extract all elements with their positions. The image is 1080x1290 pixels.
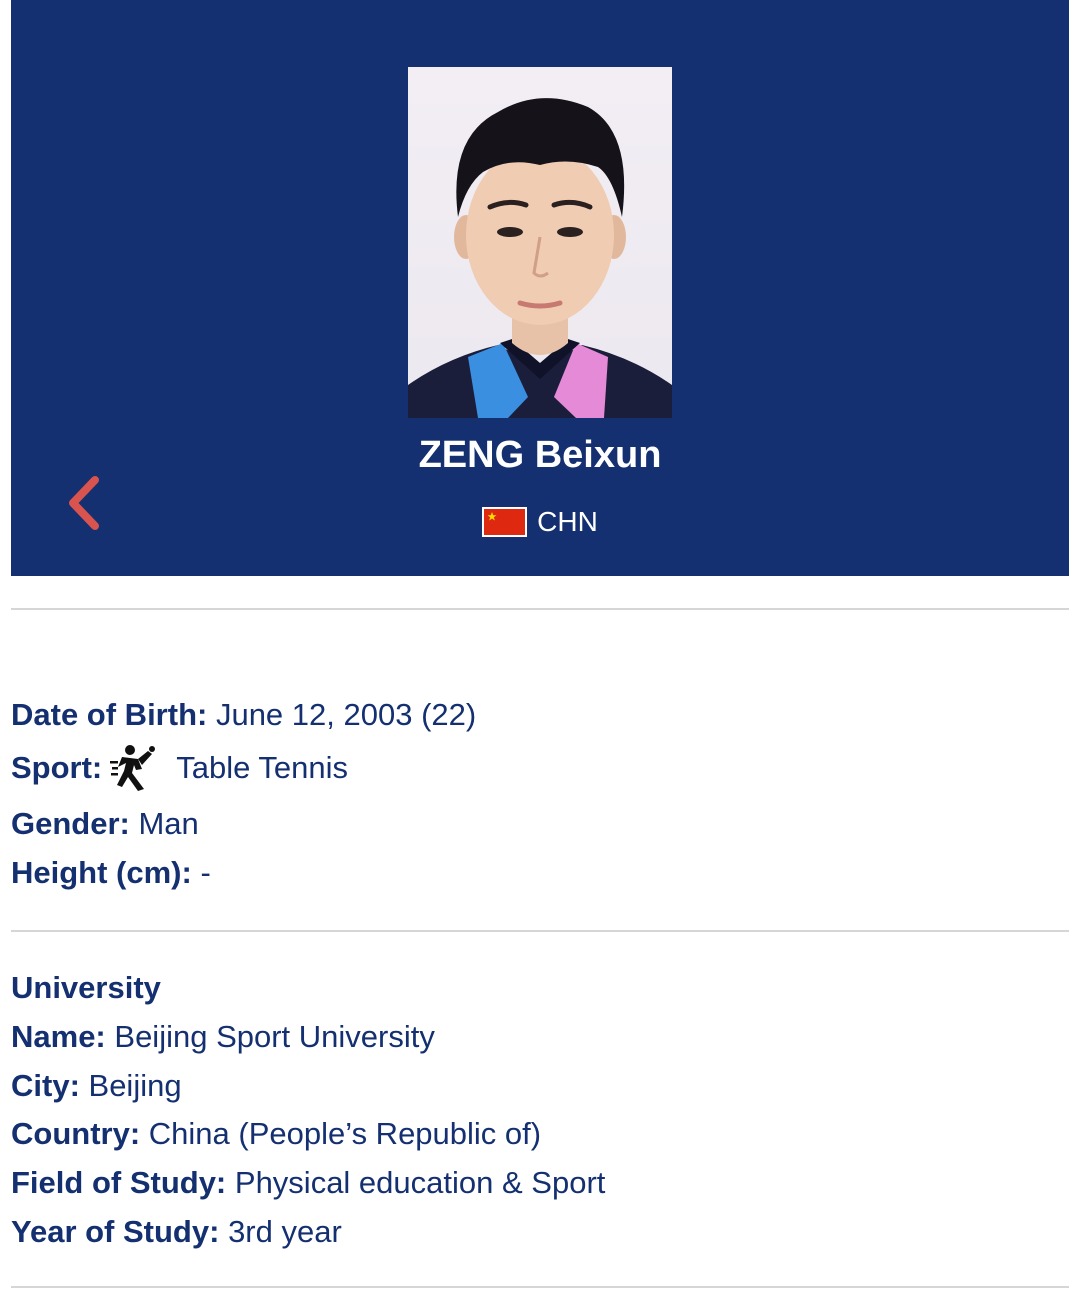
country-row: CHN xyxy=(11,504,1069,540)
gender-value: Man xyxy=(138,806,199,841)
sport-label: Sport: xyxy=(11,750,103,785)
chevron-left-icon xyxy=(69,476,99,530)
year-of-study-label: Year of Study: xyxy=(11,1214,220,1249)
university-name-label: Name: xyxy=(11,1019,106,1054)
athlete-photo xyxy=(408,67,672,418)
country-label: Country: xyxy=(11,1116,141,1151)
country-row-info: Country: China (People’s Republic of) xyxy=(11,1114,541,1154)
country-value: China (People’s Republic of) xyxy=(148,1116,542,1151)
city-label: City: xyxy=(11,1068,80,1103)
dob-label: Date of Birth: xyxy=(11,697,208,732)
field-of-study-value: Physical education & Sport xyxy=(234,1165,606,1200)
university-name-row: Name: Beijing Sport University xyxy=(11,1017,435,1057)
divider xyxy=(11,608,1069,610)
year-of-study-row: Year of Study: 3rd year xyxy=(11,1212,342,1252)
university-name-value: Beijing Sport University xyxy=(114,1019,435,1054)
gender-row: Gender: Man xyxy=(11,804,199,844)
china-flag-icon xyxy=(482,507,528,537)
height-value: - xyxy=(200,855,211,890)
table-tennis-icon xyxy=(108,743,158,793)
height-label: Height (cm): xyxy=(11,855,192,890)
gender-label: Gender: xyxy=(11,806,130,841)
height-row: Height (cm): - xyxy=(11,853,211,893)
athlete-header: ZENG Beixun CHN xyxy=(11,0,1069,576)
year-of-study-value: 3rd year xyxy=(228,1214,342,1249)
dob-value: June 12, 2003 (22) xyxy=(215,697,477,732)
divider xyxy=(11,1286,1069,1288)
city-row: City: Beijing xyxy=(11,1066,182,1106)
dob-row: Date of Birth: June 12, 2003 (22) xyxy=(11,695,476,735)
back-button[interactable] xyxy=(63,474,107,532)
field-of-study-label: Field of Study: xyxy=(11,1165,227,1200)
sport-row: Sport: Table Tennis xyxy=(11,743,348,793)
divider xyxy=(11,930,1069,932)
athlete-name: ZENG Beixun xyxy=(418,434,662,476)
city-value: Beijing xyxy=(88,1068,182,1103)
sport-value: Table Tennis xyxy=(176,750,349,785)
university-section-title: University xyxy=(11,970,161,1005)
country-code: CHN xyxy=(537,506,598,537)
field-of-study-row: Field of Study: Physical education & Spo… xyxy=(11,1163,605,1203)
